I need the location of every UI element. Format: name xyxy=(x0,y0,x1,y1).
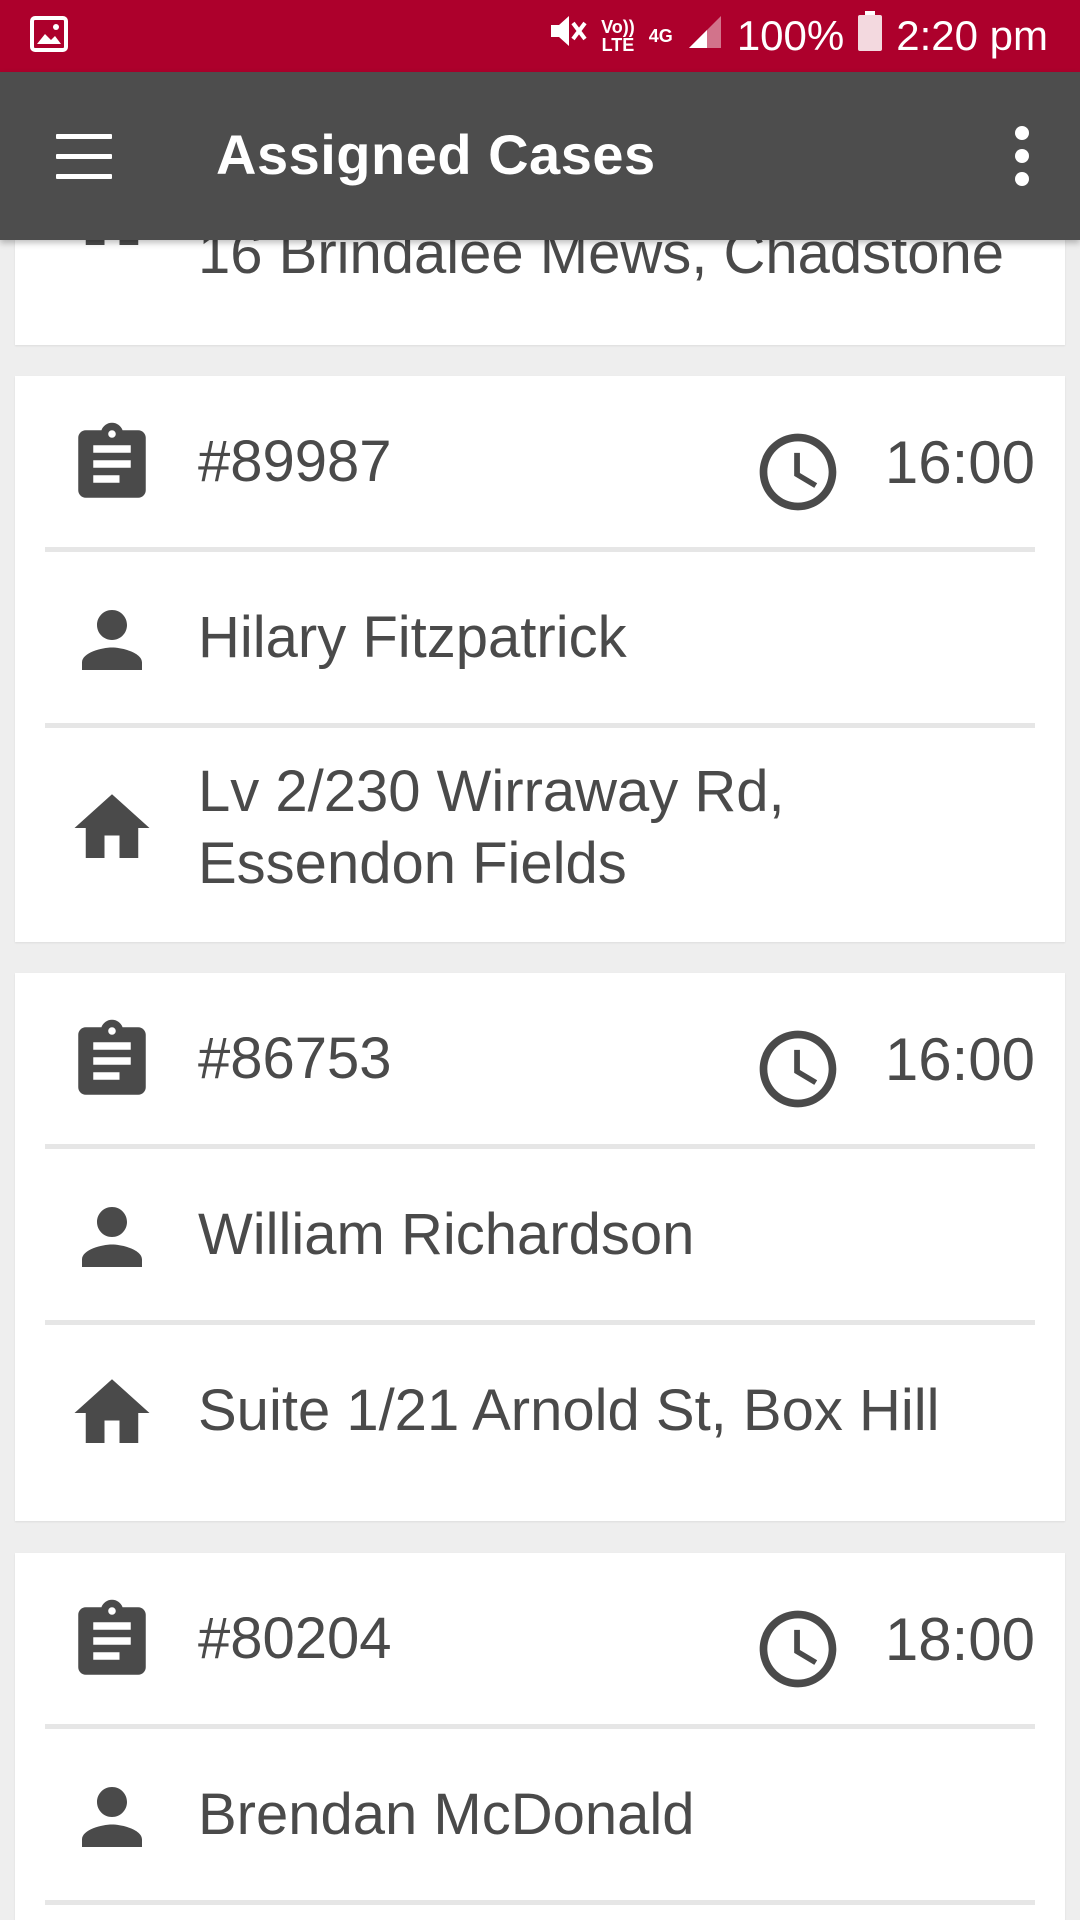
client-row: William Richardson xyxy=(15,1149,1065,1325)
case-time: 18:00 xyxy=(884,1606,1035,1673)
client-name: Brendan McDonald xyxy=(198,1782,695,1847)
battery-icon xyxy=(858,11,883,61)
status-bar: Vo)) LTE 4G 100% 2:20 pm xyxy=(0,0,1080,72)
app-toolbar: Assigned Cases xyxy=(0,72,1080,240)
divider xyxy=(45,1900,1035,1905)
case-card[interactable]: #80204 18:00 Brendan McDonald xyxy=(15,1553,1065,1920)
case-card[interactable]: 16 Brindalee Mews, Chadstone xyxy=(15,240,1065,345)
case-header-row: #80204 18:00 xyxy=(15,1553,1065,1729)
clipboard-icon xyxy=(78,1019,146,1095)
clipboard-icon xyxy=(78,422,146,498)
client-row: Brendan McDonald xyxy=(15,1729,1065,1905)
page-title: Assigned Cases xyxy=(216,123,656,186)
case-time: 16:00 xyxy=(884,429,1035,496)
battery-percent: 100% xyxy=(736,12,845,59)
clipboard-icon xyxy=(78,1599,146,1675)
overflow-menu-icon[interactable] xyxy=(1008,126,1038,186)
client-name: Hilary Fitzpatrick xyxy=(198,605,627,670)
person-icon xyxy=(82,610,142,670)
address-text: 16 Brindalee Mews, Chadstone xyxy=(198,240,1005,286)
person-icon xyxy=(82,1207,142,1267)
case-card[interactable]: #89987 16:00 Hilary Fitzpatrick Lv 2/230… xyxy=(15,376,1065,942)
volte-indicator: Vo)) LTE xyxy=(601,18,635,54)
volte-bottom-text: LTE xyxy=(601,35,635,55)
case-number: #86753 xyxy=(198,1026,392,1091)
address-row: Suite 1/21 Arnold St, Box Hill xyxy=(15,1325,1065,1521)
home-icon xyxy=(74,794,150,858)
case-number: #80204 xyxy=(198,1606,392,1671)
signal-icon xyxy=(687,12,723,60)
client-row: Hilary Fitzpatrick xyxy=(15,552,1065,728)
case-card[interactable]: #86753 16:00 William Richardson Suite 1/… xyxy=(15,973,1065,1521)
mute-icon xyxy=(547,11,587,61)
case-number: #89987 xyxy=(198,429,392,494)
person-icon xyxy=(82,1787,142,1847)
address-row: 16 Brindalee Mews, Chadstone xyxy=(15,240,1065,345)
address-text: Lv 2/230 Wirraway Rd, Essendon Fields xyxy=(198,759,785,896)
gallery-notification-icon xyxy=(30,16,68,57)
address-row: Lv 2/230 Wirraway Rd, Essendon Fields xyxy=(15,728,1065,942)
clock-icon xyxy=(759,1610,837,1688)
hamburger-menu-icon[interactable] xyxy=(56,134,114,180)
clock-icon xyxy=(759,1030,837,1108)
clock-time: 2:20 pm xyxy=(896,12,1048,59)
case-list[interactable]: 16 Brindalee Mews, Chadstone #89987 16:0… xyxy=(0,240,1080,1920)
address-text: Suite 1/21 Arnold St, Box Hill xyxy=(198,1378,940,1443)
case-header-row: #86753 16:00 xyxy=(15,973,1065,1149)
case-time: 16:00 xyxy=(884,1026,1035,1093)
home-icon xyxy=(74,1379,150,1443)
home-icon xyxy=(85,240,139,245)
volte-top-text: Vo)) xyxy=(601,17,635,37)
client-name: William Richardson xyxy=(198,1202,695,1267)
clock-icon xyxy=(759,433,837,511)
network-type: 4G xyxy=(648,26,673,46)
case-header-row: #89987 16:00 xyxy=(15,376,1065,552)
